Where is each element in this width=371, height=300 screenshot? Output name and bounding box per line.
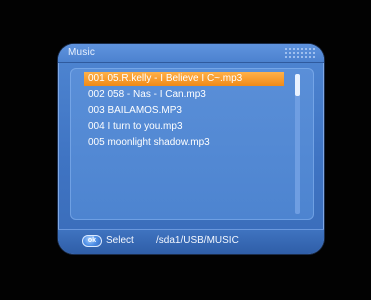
- footer-bar: ok Select /sda1/USB/MUSIC: [58, 229, 324, 254]
- title-bar: Music: [58, 44, 324, 63]
- file-list-item-4[interactable]: 004 I turn to you.mp3: [84, 120, 284, 134]
- tv-screen: Music 001 05.R.kelly - I Believe I C~.mp…: [0, 0, 371, 300]
- ok-button-icon[interactable]: ok: [82, 235, 102, 247]
- window-title: Music: [68, 47, 96, 58]
- dotted-corner-decoration: [284, 47, 316, 59]
- scrollbar-thumb[interactable]: [295, 74, 300, 96]
- file-list-panel: 001 05.R.kelly - I Believe I C~.mp3 002 …: [70, 68, 314, 220]
- ok-button-label: ok: [87, 237, 97, 244]
- music-browser-window: Music 001 05.R.kelly - I Believe I C~.mp…: [58, 44, 324, 254]
- file-list-item-3[interactable]: 003 BAILAMOS.MP3: [84, 104, 284, 118]
- select-hint-label: Select: [106, 235, 134, 246]
- file-list-item-5[interactable]: 005 moonlight shadow.mp3: [84, 136, 284, 150]
- file-list-item-1[interactable]: 001 05.R.kelly - I Believe I C~.mp3: [84, 72, 284, 86]
- file-list: 001 05.R.kelly - I Believe I C~.mp3 002 …: [84, 72, 284, 152]
- scrollbar[interactable]: [295, 74, 300, 214]
- file-list-item-2[interactable]: 002 058 - Nas - I Can.mp3: [84, 88, 284, 102]
- current-path: /sda1/USB/MUSIC: [156, 235, 239, 246]
